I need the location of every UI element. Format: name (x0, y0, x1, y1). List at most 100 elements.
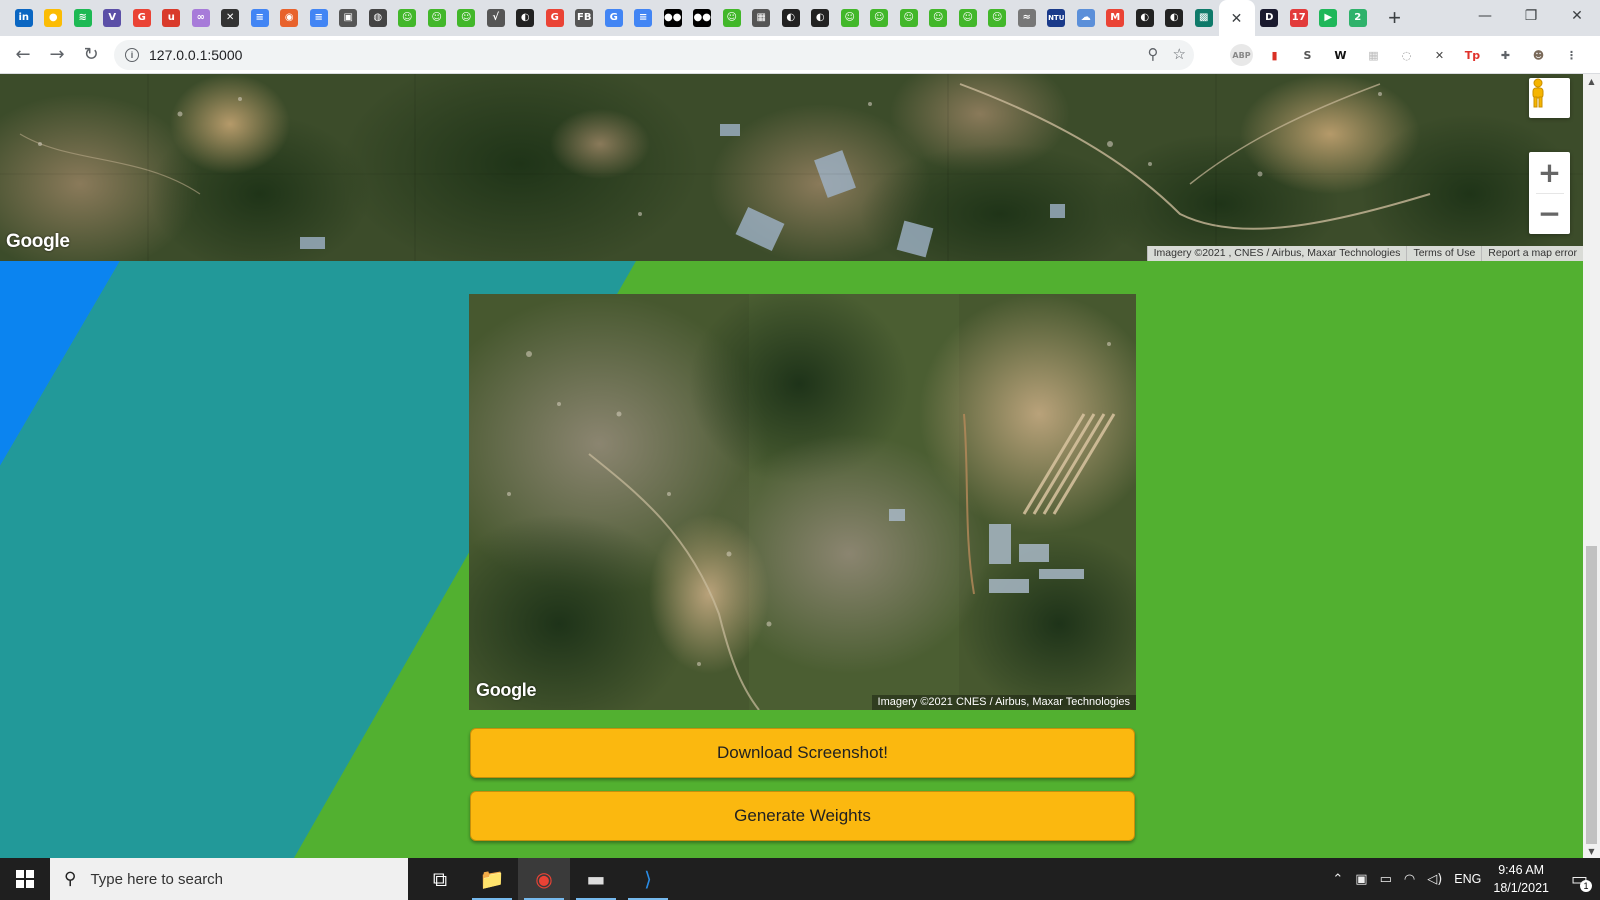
zoom-out-button[interactable]: − (1529, 193, 1570, 234)
ext-grid-icon[interactable]: ▦ (1362, 44, 1385, 66)
tab[interactable]: D (1255, 0, 1285, 36)
skype-icon[interactable]: S (1296, 44, 1319, 66)
tab[interactable]: V (98, 0, 128, 36)
embedded-map[interactable]: Google Imagery ©2021 , CNES / Airbus, Ma… (0, 74, 1583, 261)
wifi-icon[interactable]: ◠ (1404, 872, 1415, 887)
tab[interactable]: ▦ (747, 0, 777, 36)
tab[interactable]: ≈ (1012, 0, 1042, 36)
tab[interactable]: ☺ (452, 0, 482, 36)
tab[interactable]: ☺ (865, 0, 895, 36)
tab[interactable]: ●● (658, 0, 688, 36)
tab[interactable]: ◐ (1160, 0, 1190, 36)
tab[interactable]: ● (39, 0, 69, 36)
tab[interactable]: ∞ (186, 0, 216, 36)
taskbar-app[interactable]: ⧉ (414, 858, 466, 900)
close-tab-icon[interactable]: ✕ (1231, 10, 1243, 27)
tab[interactable]: in (9, 0, 39, 36)
language-indicator[interactable]: ENG (1454, 872, 1481, 886)
street-view-pegman[interactable] (1529, 78, 1570, 118)
tab[interactable]: G (540, 0, 570, 36)
restore-button[interactable]: ❐ (1508, 0, 1554, 32)
report-map-error-link[interactable]: Report a map error (1481, 246, 1583, 261)
forward-button[interactable]: → (40, 38, 74, 72)
profile-icon[interactable]: ☻ (1527, 44, 1550, 66)
puzzle-icon[interactable]: ✚ (1494, 44, 1517, 66)
menu-icon[interactable]: ⋮ (1560, 44, 1583, 66)
tab[interactable]: G (127, 0, 157, 36)
tab[interactable]: ☁ (1071, 0, 1101, 36)
tab[interactable]: ◐ (511, 0, 541, 36)
taskbar-app[interactable]: ⟩ (622, 858, 674, 900)
address-bar[interactable]: i 127.0.0.1:5000 ⚲ ☆ (114, 40, 1194, 70)
tab[interactable]: ☺ (835, 0, 865, 36)
tab[interactable]: ▶ (1314, 0, 1344, 36)
show-hidden-icons-icon[interactable]: ⌃ (1332, 872, 1343, 887)
bookmark-red-icon[interactable]: ▮ (1263, 44, 1286, 66)
tab[interactable]: 17 (1284, 0, 1314, 36)
notifications-button[interactable]: ▭ 1 (1571, 869, 1592, 892)
gmail-icon: M (1106, 9, 1125, 27)
tab[interactable]: NTU (1042, 0, 1072, 36)
close-window-button[interactable]: ✕ (1554, 0, 1600, 32)
tab[interactable]: G (599, 0, 629, 36)
tab[interactable]: ✕ (216, 0, 246, 36)
tab[interactable]: ≋ (68, 0, 98, 36)
x-ext-icon[interactable]: ✕ (1428, 44, 1451, 66)
generate-weights-button[interactable]: Generate Weights (470, 791, 1135, 841)
reload-button[interactable]: ↻ (74, 38, 108, 72)
active-tab[interactable]: ✕ (1218, 0, 1255, 36)
zoom-in-button[interactable]: + (1529, 152, 1570, 193)
tab[interactable]: ☺ (953, 0, 983, 36)
tab[interactable]: 2 (1343, 0, 1373, 36)
clock[interactable]: 9:46 AM 18/1/2021 (1493, 861, 1549, 897)
google-logo[interactable]: Google (6, 231, 70, 253)
back-button[interactable]: ← (6, 38, 40, 72)
tab[interactable]: ▣ (334, 0, 364, 36)
volume-icon[interactable]: ◁) (1427, 872, 1442, 887)
tab[interactable]: ☺ (894, 0, 924, 36)
tab[interactable]: u (157, 0, 187, 36)
tab[interactable]: ☺ (393, 0, 423, 36)
new-tab-button[interactable]: + (1379, 0, 1411, 36)
tab[interactable]: ◐ (776, 0, 806, 36)
tab[interactable]: ☺ (983, 0, 1013, 36)
tab[interactable]: FB (570, 0, 600, 36)
tab[interactable]: M (1101, 0, 1131, 36)
start-button[interactable] (0, 858, 50, 900)
page-scrollbar[interactable]: ▲ ▼ (1583, 74, 1600, 858)
tab[interactable]: ☺ (717, 0, 747, 36)
tab[interactable]: ◍ (363, 0, 393, 36)
taskbar-app[interactable]: ◉ (518, 858, 570, 900)
scroll-up-arrow[interactable]: ▲ (1583, 74, 1600, 88)
smiley-icon: ☺ (722, 9, 741, 27)
security-icon[interactable]: ▣ (1355, 872, 1367, 887)
terms-of-use-link[interactable]: Terms of Use (1406, 246, 1482, 261)
site-info-icon[interactable]: i (125, 48, 139, 62)
taskbar-app[interactable]: ▬ (570, 858, 622, 900)
tab[interactable]: √ (481, 0, 511, 36)
adblock-icon[interactable]: ABP (1230, 44, 1253, 66)
tab[interactable]: ≡ (245, 0, 275, 36)
tab[interactable]: ◉ (275, 0, 305, 36)
scrollbar-thumb[interactable] (1586, 546, 1597, 844)
tab[interactable]: ●● (688, 0, 718, 36)
tab[interactable]: ◐ (1130, 0, 1160, 36)
tab[interactable]: ≡ (629, 0, 659, 36)
scroll-down-arrow[interactable]: ▼ (1583, 844, 1600, 858)
tab[interactable]: ☺ (422, 0, 452, 36)
download-screenshot-button[interactable]: Download Screenshot! (470, 728, 1135, 778)
taskbar-search-box[interactable]: ⚲ Type here to search (50, 858, 408, 900)
tab[interactable]: ▩ (1189, 0, 1219, 36)
bookmark-star-icon[interactable]: ☆ (1173, 45, 1186, 63)
tab[interactable]: ☺ (924, 0, 954, 36)
minimize-button[interactable]: — (1462, 0, 1508, 32)
tp-icon[interactable]: Tp (1461, 44, 1484, 66)
battery-icon[interactable]: ▭ (1380, 872, 1392, 887)
w-icon[interactable]: W (1329, 44, 1352, 66)
location-icon[interactable]: ⚲ (1148, 45, 1159, 63)
taskbar-app[interactable]: 📁 (466, 858, 518, 900)
tab[interactable]: ◐ (806, 0, 836, 36)
url-text[interactable]: 127.0.0.1:5000 (149, 47, 242, 63)
ext-circle-icon[interactable]: ◌ (1395, 44, 1418, 66)
tab[interactable]: ≡ (304, 0, 334, 36)
